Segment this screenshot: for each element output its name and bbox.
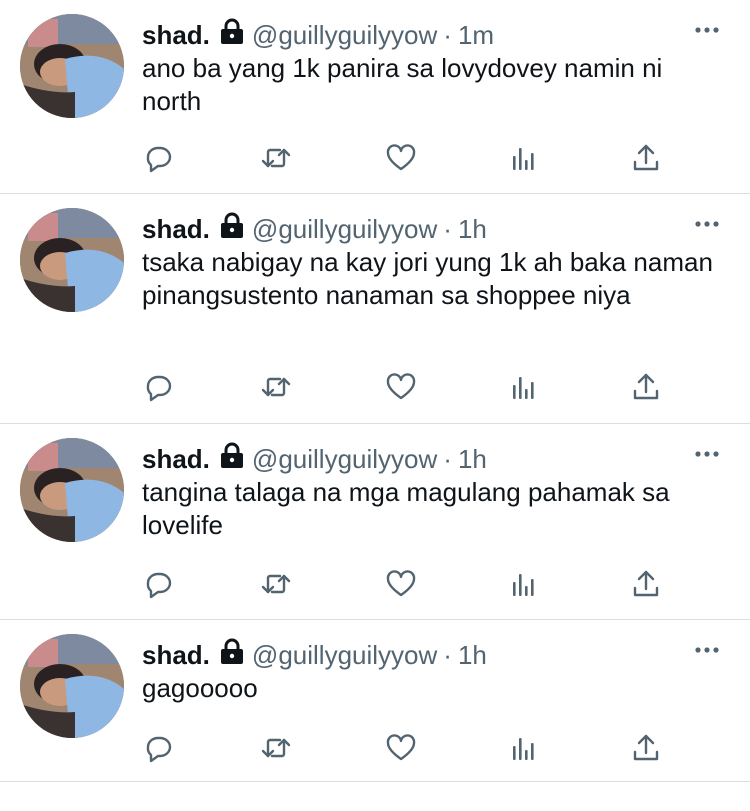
reply-icon[interactable]: [142, 142, 174, 174]
lock-icon: [220, 442, 244, 476]
heart-icon[interactable]: [385, 568, 417, 600]
avatar[interactable]: [20, 438, 124, 542]
tweet-actions: [142, 142, 750, 174]
user-handle[interactable]: @guillyguilyyow: [252, 18, 437, 52]
retweet-icon[interactable]: [260, 371, 292, 403]
display-name[interactable]: shad.: [142, 18, 210, 52]
share-icon[interactable]: [630, 142, 662, 174]
tweet-text: gagooooo: [142, 673, 258, 703]
more-icon[interactable]: [694, 640, 720, 660]
timestamp[interactable]: 1h: [458, 442, 487, 476]
share-icon[interactable]: [630, 568, 662, 600]
display-name[interactable]: shad.: [142, 638, 210, 672]
retweet-icon[interactable]: [260, 732, 292, 764]
tweet[interactable]: shad. @guillyguilyyow · 1m ano ba yang 1…: [0, 0, 750, 194]
more-icon[interactable]: [694, 214, 720, 234]
tweet-text: tsaka nabigay na kay jori yung 1k ah bak…: [142, 247, 713, 310]
lock-icon: [220, 18, 244, 52]
timestamp[interactable]: 1h: [458, 212, 487, 246]
retweet-icon[interactable]: [260, 568, 292, 600]
tweet[interactable]: shad. @guillyguilyyow · 1h tangina talag…: [0, 424, 750, 620]
heart-icon[interactable]: [385, 142, 417, 174]
tweet-feed: shad. @guillyguilyyow · 1m ano ba yang 1…: [0, 0, 750, 782]
retweet-icon[interactable]: [260, 142, 292, 174]
display-name[interactable]: shad.: [142, 442, 210, 476]
reply-icon[interactable]: [142, 371, 174, 403]
share-icon[interactable]: [630, 371, 662, 403]
user-handle[interactable]: @guillyguilyyow: [252, 442, 437, 476]
analytics-icon[interactable]: [508, 371, 540, 403]
display-name[interactable]: shad.: [142, 212, 210, 246]
tweet-header: shad. @guillyguilyyow · 1h: [142, 442, 487, 476]
separator: ·: [443, 214, 452, 244]
analytics-icon[interactable]: [508, 568, 540, 600]
tweet-header: shad. @guillyguilyyow · 1m: [142, 18, 494, 52]
separator: ·: [443, 640, 452, 670]
more-icon[interactable]: [694, 20, 720, 40]
avatar[interactable]: [20, 208, 124, 312]
separator: ·: [443, 444, 452, 474]
tweet-text: tangina talaga na mga magulang pahamak s…: [142, 477, 670, 540]
user-handle[interactable]: @guillyguilyyow: [252, 212, 437, 246]
tweet-header: shad. @guillyguilyyow · 1h: [142, 638, 487, 672]
avatar[interactable]: [20, 634, 124, 738]
more-icon[interactable]: [694, 444, 720, 464]
user-handle[interactable]: @guillyguilyyow: [252, 638, 437, 672]
share-icon[interactable]: [630, 732, 662, 764]
heart-icon[interactable]: [385, 371, 417, 403]
tweet-actions: [142, 371, 750, 403]
lock-icon: [220, 212, 244, 246]
tweet[interactable]: shad. @guillyguilyyow · 1h gagooooo: [0, 620, 750, 782]
separator: ·: [443, 20, 452, 50]
lock-icon: [220, 638, 244, 672]
tweet-actions: [142, 568, 750, 600]
tweet-text: ano ba yang 1k panira sa lovydovey namin…: [142, 53, 663, 116]
analytics-icon[interactable]: [508, 142, 540, 174]
timestamp[interactable]: 1m: [458, 18, 494, 52]
reply-icon[interactable]: [142, 568, 174, 600]
tweet[interactable]: shad. @guillyguilyyow · 1h tsaka nabigay…: [0, 194, 750, 424]
avatar[interactable]: [20, 14, 124, 118]
heart-icon[interactable]: [385, 732, 417, 764]
analytics-icon[interactable]: [508, 732, 540, 764]
tweet-actions: [142, 732, 750, 764]
reply-icon[interactable]: [142, 732, 174, 764]
tweet-header: shad. @guillyguilyyow · 1h: [142, 212, 487, 246]
timestamp[interactable]: 1h: [458, 638, 487, 672]
